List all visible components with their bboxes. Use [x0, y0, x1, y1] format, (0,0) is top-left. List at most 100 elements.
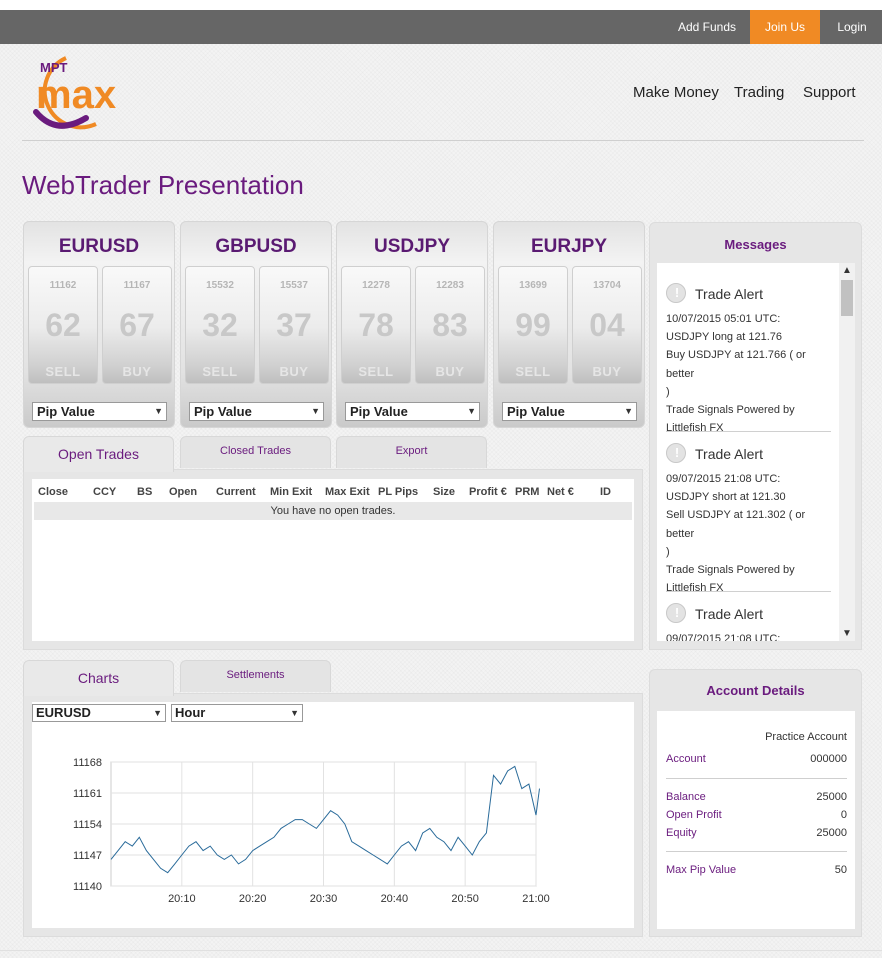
message-title: Trade Alert — [666, 442, 831, 466]
message-line: 09/07/2015 21:08 UTC: — [666, 633, 781, 641]
scroll-down-icon[interactable]: ▼ — [839, 628, 855, 639]
scroll-thumb[interactable] — [841, 280, 853, 316]
chevron-down-icon: ▼ — [467, 406, 476, 416]
quote-symbol: USDJPY — [373, 236, 451, 257]
chart-symbol-select-text: EURUSD — [36, 705, 91, 720]
col-ccy: CCY — [93, 486, 117, 498]
chart-symbol-select[interactable]: EURUSD ▼ — [32, 704, 166, 722]
buy-price-pips: 37 — [276, 307, 312, 343]
price-line-chart: 11140 11147 11154 11161 11168 20:10 20:20 20:30… — [73, 757, 550, 905]
col-open: Open — [169, 486, 198, 498]
pip-value-select-text: Pip Value — [37, 404, 95, 419]
account-title: Account Details — [706, 683, 805, 698]
message-title-text: Trade Alert — [695, 606, 763, 622]
col-size: Size — [433, 486, 456, 498]
account-row: Account 000000 — [666, 753, 847, 767]
account-type: Practice Account — [765, 731, 847, 743]
price-series-line — [110, 765, 540, 874]
x-tick-label: 21:00 — [522, 893, 550, 905]
message-title: Trade Alert — [666, 282, 831, 306]
x-tick-label: 20:20 — [239, 893, 267, 905]
messages-list[interactable]: Trade Alert 10/07/2015 05:01 UTC: USDJPY… — [657, 263, 855, 641]
pip-value-select[interactable]: Pip Value ▼ — [502, 402, 637, 421]
x-tick-label: 20:30 — [310, 893, 338, 905]
pip-value-select-text: Pip Value — [507, 404, 565, 419]
chart-interval-select[interactable]: Hour ▼ — [171, 704, 303, 722]
quote-symbol: EURJPY — [530, 236, 608, 257]
col-max-exit: Max Exit — [325, 486, 370, 498]
tab-export[interactable]: Export — [336, 436, 487, 468]
col-profit: Profit € — [469, 486, 507, 498]
sell-price-prefix: 15532 — [206, 280, 234, 291]
open-profit-row: Open Profit 0 — [666, 809, 847, 823]
top-bar: Add Funds Join Us Login — [0, 10, 882, 44]
sell-label: SELL — [515, 364, 551, 379]
message-line: ) — [666, 545, 670, 558]
join-us-button[interactable]: Join Us — [750, 10, 820, 44]
col-prm: PRM — [515, 486, 540, 498]
buy-price-prefix: 11167 — [123, 280, 151, 291]
account-value: 000000 — [810, 753, 847, 765]
no-trades-message: You have no open trades. — [34, 502, 632, 520]
open-trades-table: Close CCY BS Open Current Min Exit Max E… — [32, 479, 634, 641]
pip-value-select[interactable]: Pip Value ▼ — [189, 402, 324, 421]
pip-value-select-text: Pip Value — [350, 404, 408, 419]
account-divider — [666, 851, 847, 852]
y-tick-label: 11147 — [73, 850, 102, 862]
tab-charts[interactable]: Charts — [23, 660, 174, 696]
nav-make-money[interactable]: Make Money — [633, 84, 719, 101]
account-label: Account — [666, 753, 706, 765]
footer-divider — [0, 950, 882, 951]
col-net: Net € — [547, 486, 574, 498]
pip-value-select[interactable]: Pip Value ▼ — [32, 402, 167, 421]
buy-price-prefix: 12283 — [436, 280, 464, 291]
buy-button[interactable]: 12283 83 BUY — [415, 266, 485, 384]
buy-price-prefix: 15537 — [280, 280, 308, 291]
tab-open-trades[interactable]: Open Trades — [23, 436, 174, 472]
message-item: Trade Alert 09/07/2015 21:08 UTC: — [666, 602, 831, 641]
sell-button[interactable]: 15532 32 SELL — [185, 266, 255, 384]
messages-scrollbar[interactable]: ▲ ▼ — [839, 263, 855, 641]
sell-button[interactable]: 12278 78 SELL — [341, 266, 411, 384]
top-strip — [0, 0, 882, 10]
nav-trading[interactable]: Trading — [734, 84, 784, 101]
brand-logo[interactable]: MPT max — [22, 52, 132, 134]
message-item: Trade Alert 09/07/2015 21:08 UTC: USDJPY… — [666, 442, 831, 597]
chevron-down-icon: ▼ — [290, 708, 299, 718]
pip-value-select[interactable]: Pip Value ▼ — [345, 402, 480, 421]
header-divider — [22, 140, 864, 141]
buy-label: BUY — [435, 364, 465, 379]
chevron-down-icon: ▼ — [624, 406, 633, 416]
buy-button[interactable]: 13704 04 BUY — [572, 266, 642, 384]
y-tick-label: 11168 — [73, 757, 102, 769]
account-divider — [666, 778, 847, 779]
message-item: Trade Alert 10/07/2015 05:01 UTC: USDJPY… — [666, 282, 831, 437]
sell-button[interactable]: 13699 99 SELL — [498, 266, 568, 384]
sell-price-pips: 32 — [202, 307, 238, 343]
buy-button[interactable]: 15537 37 BUY — [259, 266, 329, 384]
col-pl-pips: PL Pips — [378, 486, 419, 498]
x-tick-label: 20:50 — [451, 893, 479, 905]
x-tick-label: 20:10 — [168, 893, 196, 905]
sell-price-prefix: 13699 — [519, 280, 547, 291]
sell-price-pips: 62 — [45, 307, 81, 343]
message-title: Trade Alert — [666, 602, 831, 626]
tab-settlements[interactable]: Settlements — [180, 660, 331, 692]
open-profit-value: 0 — [840, 809, 847, 821]
quote-panel-eurusd: EURUSD 11162 62 SELL 11167 67 BUY Pip Va… — [23, 221, 175, 428]
equity-row: Equity 25000 — [666, 827, 847, 841]
nav-support[interactable]: Support — [803, 84, 856, 101]
scroll-up-icon[interactable]: ▲ — [839, 265, 855, 276]
sell-button[interactable]: 11162 62 SELL — [28, 266, 98, 384]
message-line: Trade Signals Powered by — [666, 564, 795, 577]
col-id: ID — [600, 486, 611, 498]
add-funds-link[interactable]: Add Funds — [668, 10, 746, 44]
balance-label: Balance — [666, 791, 706, 803]
tab-closed-trades[interactable]: Closed Trades — [180, 436, 331, 468]
buy-button[interactable]: 11167 67 BUY — [102, 266, 172, 384]
login-link[interactable]: Login — [822, 10, 882, 44]
col-current: Current — [216, 486, 256, 498]
sell-price-prefix: 12278 — [362, 280, 390, 291]
buy-label: BUY — [279, 364, 309, 379]
message-line: Buy USDJPY at 121.766 ( or better — [666, 349, 806, 380]
